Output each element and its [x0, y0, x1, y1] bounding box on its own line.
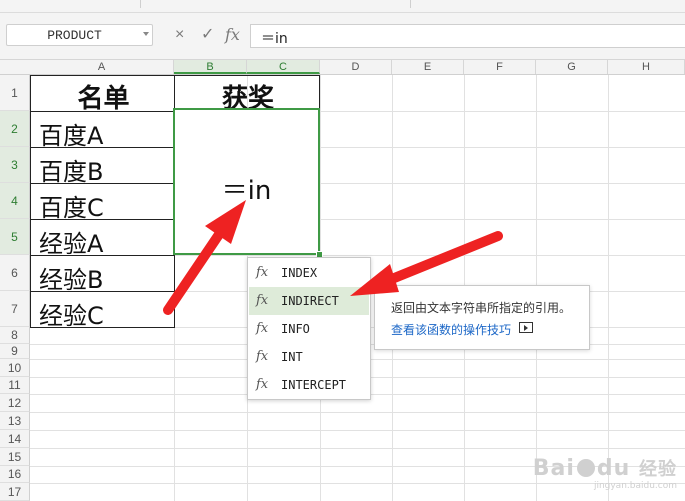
baidu-jingyan-watermark: Bai du 经验 jingyan.baidu.com	[533, 455, 677, 491]
watermark-text-mid: du	[596, 456, 631, 481]
paw-logo-icon	[576, 459, 595, 477]
arrow-to-item-head	[350, 264, 399, 296]
watermark-text-left: Bai	[532, 456, 575, 481]
watermark-text-right: 经验	[639, 459, 677, 480]
arrow-to-cell	[163, 225, 227, 315]
arrow-to-item	[377, 231, 503, 288]
watermark-url: jingyan.baidu.com	[593, 481, 677, 491]
annotation-arrows	[163, 200, 503, 315]
